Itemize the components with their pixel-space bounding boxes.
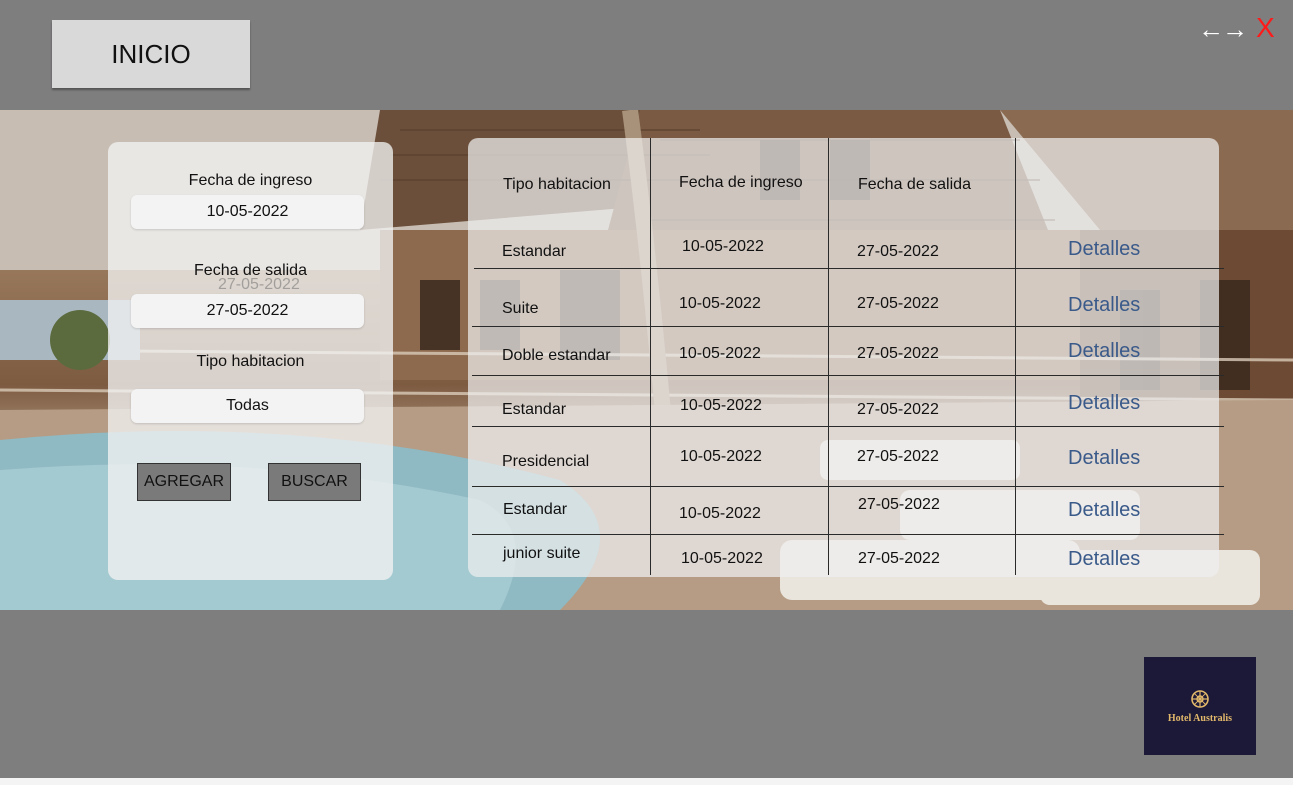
room-type-label: Tipo habitacion (196, 353, 305, 370)
search-button[interactable]: BUSCAR (268, 463, 361, 501)
details-link[interactable]: Detalles (1068, 340, 1140, 363)
details-link[interactable]: Detalles (1068, 447, 1140, 470)
row-divider (472, 486, 1224, 487)
row-divider (472, 534, 1224, 535)
table-cell-type: Estandar (502, 401, 567, 418)
table-cell-checkin: 10-05-2022 (679, 505, 761, 522)
details-link[interactable]: Detalles (1068, 548, 1140, 571)
table-cell-checkin: 10-05-2022 (682, 238, 764, 255)
row-divider (472, 375, 1224, 376)
table-cell-type: Presidencial (502, 453, 590, 470)
row-divider (472, 326, 1224, 327)
checkout-date-field[interactable]: 27-05-2022 (131, 294, 364, 328)
room-type-select[interactable]: Todas (131, 389, 364, 423)
table-cell-checkin: 10-05-2022 (680, 448, 762, 465)
table-cell-checkout: 27-05-2022 (858, 496, 940, 513)
search-panel: Fecha de ingreso 10-05-2022 Fecha de sal… (108, 142, 393, 580)
table-cell-checkout: 27-05-2022 (857, 401, 939, 418)
details-link[interactable]: Detalles (1068, 238, 1140, 261)
table-cell-type: Estandar (502, 243, 567, 260)
column-divider (650, 138, 651, 575)
table-cell-type: Suite (502, 300, 539, 317)
table-cell-type: Doble estandar (502, 347, 611, 364)
row-divider (472, 426, 1224, 427)
table-cell-checkin: 10-05-2022 (679, 345, 761, 362)
table-cell-checkout: 27-05-2022 (857, 243, 939, 260)
table-cell-checkin: 10-05-2022 (679, 295, 761, 312)
header-room-type: Tipo habitacion (503, 176, 611, 193)
home-button[interactable]: INICIO (52, 20, 250, 88)
header-checkin: Fecha de ingreso (679, 174, 803, 191)
table-cell-checkout: 27-05-2022 (857, 448, 939, 465)
resize-arrows-icon[interactable]: ←→ (1198, 14, 1248, 45)
close-button[interactable]: X (1256, 12, 1275, 44)
compass-rose-icon (1191, 689, 1209, 708)
add-button[interactable]: AGREGAR (137, 463, 231, 501)
row-divider (474, 268, 1224, 269)
column-divider (1015, 138, 1016, 575)
results-table: Tipo habitacion Fecha de ingreso Fecha d… (468, 138, 1224, 577)
details-link[interactable]: Detalles (1068, 499, 1140, 522)
table-cell-checkout: 27-05-2022 (857, 295, 939, 312)
table-cell-checkin: 10-05-2022 (681, 550, 763, 567)
checkin-date-field[interactable]: 10-05-2022 (131, 195, 364, 229)
hotel-logo: Hotel Australis (1144, 657, 1256, 755)
table-cell-type: Estandar (503, 501, 568, 518)
bottom-bar (0, 610, 1293, 778)
hotel-logo-text: Hotel Australis (1167, 712, 1233, 724)
table-cell-checkin: 10-05-2022 (680, 397, 762, 414)
details-link[interactable]: Detalles (1068, 294, 1140, 317)
table-cell-checkout: 27-05-2022 (857, 345, 939, 362)
checkout-ghost-text: 27-05-2022 (218, 276, 300, 293)
table-cell-checkout: 27-05-2022 (858, 550, 940, 567)
column-divider (828, 138, 829, 575)
top-bar: INICIO ←→ X (0, 0, 1293, 110)
details-link[interactable]: Detalles (1068, 392, 1140, 415)
checkin-label: Fecha de ingreso (188, 172, 313, 189)
app-window: INICIO ←→ X Fecha de ingreso 10-05-2022 … (0, 0, 1293, 785)
header-checkout: Fecha de salida (858, 176, 971, 193)
table-cell-type: junior suite (503, 545, 581, 562)
